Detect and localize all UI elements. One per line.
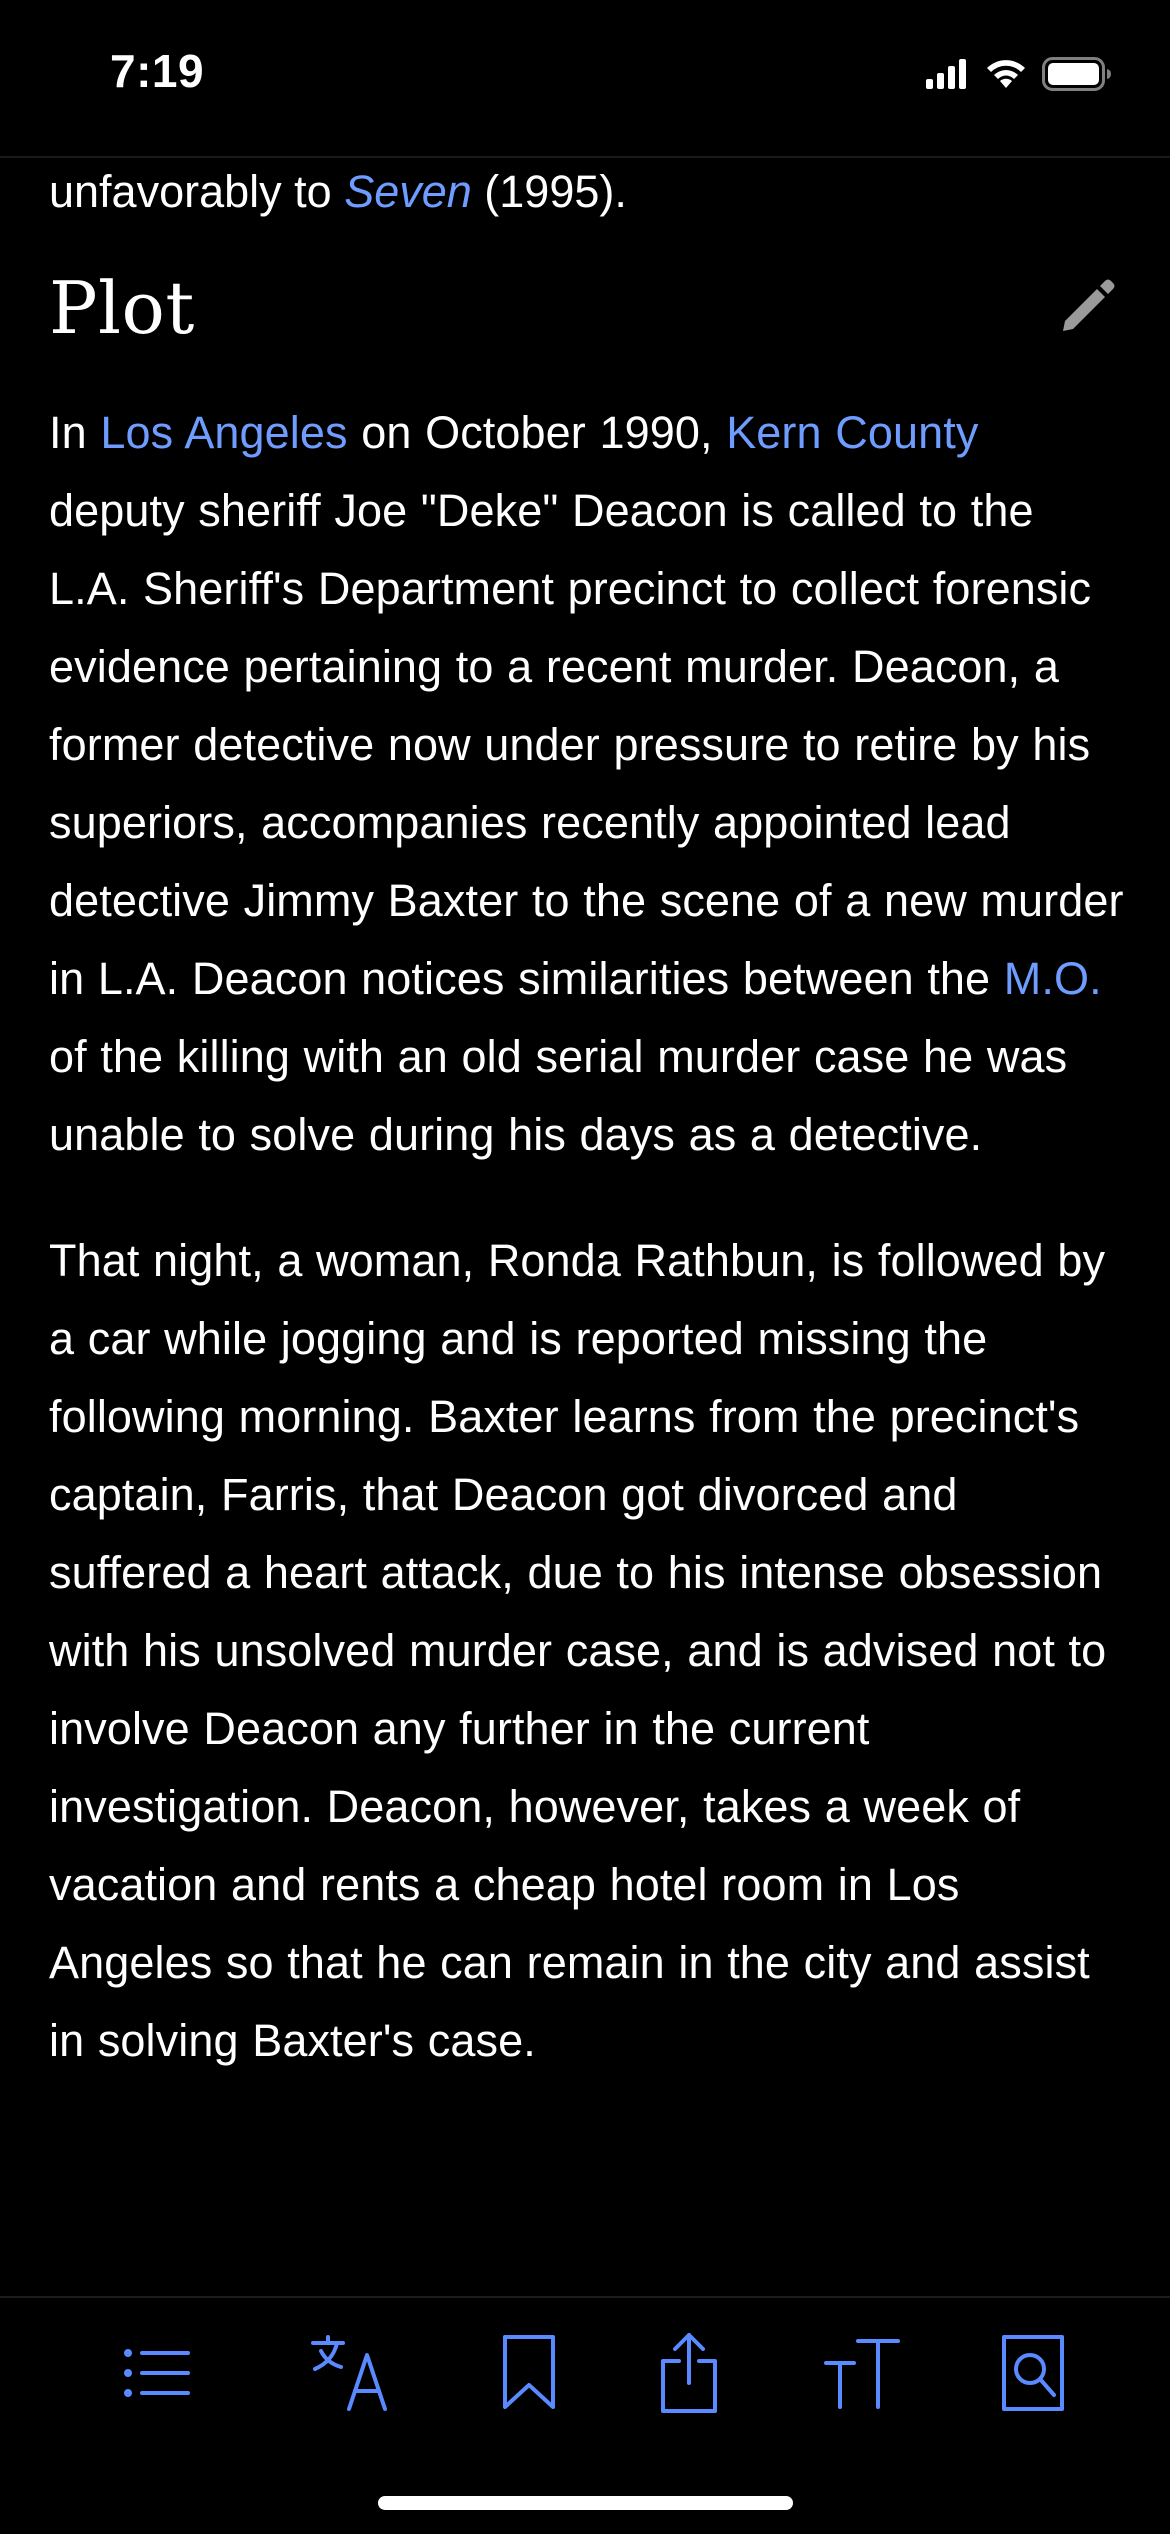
- section-header-plot: Plot: [49, 244, 1124, 394]
- wifi-icon: [987, 60, 1025, 88]
- link-seven[interactable]: Seven: [344, 166, 472, 217]
- share-button[interactable]: [644, 2328, 734, 2418]
- para-text: of the killing with an old serial murder…: [49, 1031, 1068, 1160]
- lead-text-after: (1995).: [471, 166, 627, 217]
- plot-paragraph-2: That night, a woman, Ronda Rathbun, is f…: [49, 1235, 1107, 2066]
- home-indicator[interactable]: [378, 2496, 793, 2510]
- language-button[interactable]: [309, 2328, 399, 2418]
- para-text: deputy sheriff Joe "Deke" Deacon is call…: [49, 485, 1124, 1004]
- edit-section-icon[interactable]: [1056, 274, 1120, 338]
- find-in-page-icon: [1002, 2335, 1064, 2411]
- link-mo[interactable]: M.O.: [1004, 953, 1102, 1004]
- table-of-contents-icon: [124, 2349, 190, 2397]
- link-kern-county[interactable]: Kern County: [726, 407, 978, 458]
- bookmark-button[interactable]: [484, 2328, 574, 2418]
- text-size-button[interactable]: [817, 2328, 907, 2418]
- text-size-icon: [824, 2339, 900, 2409]
- para-text: In: [49, 407, 101, 458]
- section-title: Plot: [49, 266, 195, 350]
- para-text: on October 1990,: [347, 407, 727, 458]
- plot-paragraph-1: In Los Angeles on October 1990, Kern Cou…: [49, 394, 1124, 1174]
- status-bar: 7:19: [0, 0, 1170, 158]
- link-los-angeles[interactable]: Los Angeles: [100, 407, 347, 458]
- table-of-contents-button[interactable]: [112, 2328, 202, 2418]
- status-time: 7:19: [110, 45, 205, 97]
- share-icon: [661, 2333, 717, 2413]
- bookmark-icon: [503, 2335, 555, 2409]
- lead-section-tail: unfavorably to Seven (1995).: [49, 158, 1124, 220]
- find-in-page-button[interactable]: [988, 2328, 1078, 2418]
- lead-text: unfavorably to: [49, 166, 345, 217]
- article-content: unfavorably to Seven (1995). Plot In Los…: [49, 158, 1124, 2080]
- cellular-signal-icon: [926, 59, 966, 89]
- battery-icon: [1042, 57, 1111, 91]
- language-icon: [311, 2335, 387, 2411]
- status-icons: [926, 54, 1112, 94]
- bottom-toolbar: [0, 2296, 1170, 2534]
